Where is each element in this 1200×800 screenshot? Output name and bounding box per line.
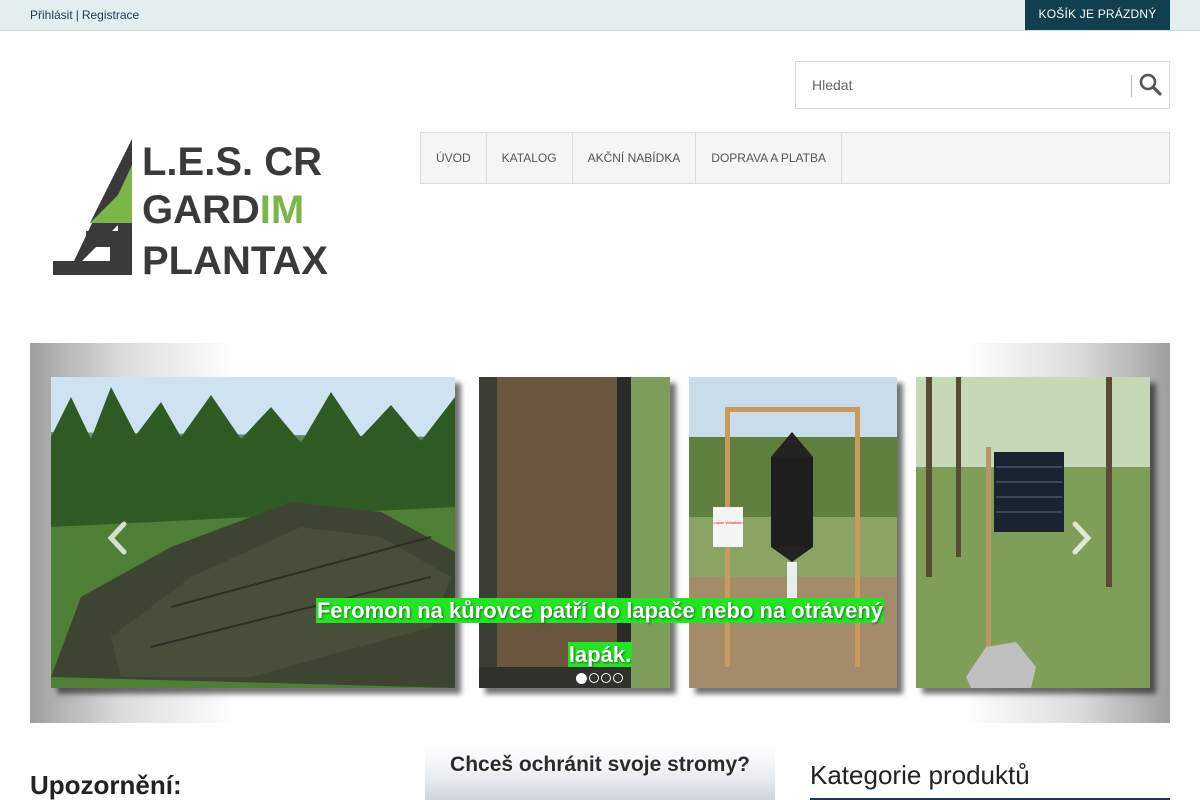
slider-dot-4[interactable] [613, 673, 623, 683]
slider-dot-3[interactable] [601, 673, 611, 683]
logo-graphic: L.E.S. CR GARDIM PLANTAX [53, 139, 328, 283]
main-nav: ÚVOD KATALOG AKČNÍ NABÍDKA DOPRAVA A PLA… [420, 132, 1170, 184]
slider-dot-2[interactable] [589, 673, 599, 683]
nav-item-doprava-a-platba[interactable]: DOPRAVA A PLATBA [696, 133, 842, 183]
logo-line-2a: GARD [142, 188, 260, 232]
login-link[interactable]: Přihlásit [30, 8, 73, 22]
nav-item-uvod[interactable]: ÚVOD [421, 133, 487, 183]
site-logo[interactable]: L.E.S. CR GARDIM PLANTAX [50, 135, 350, 283]
logo-line-3: PLANTAX [142, 239, 328, 280]
search-divider [1131, 75, 1132, 97]
cart-button[interactable]: KOŠÍK JE PRÁZDNÝ [1025, 0, 1170, 30]
chevron-right-icon [1072, 521, 1092, 555]
svg-text:GARDIM: GARDIM [142, 188, 304, 232]
notice-heading: Upozornění: [30, 770, 182, 800]
auth-links: Přihlásit | Registrace [30, 8, 139, 22]
promo-banner-text: Chceš ochránit svoje stromy? [450, 753, 750, 776]
slider-next-button[interactable] [1069, 521, 1093, 555]
top-bar: Přihlásit | Registrace KOŠÍK JE PRÁZDNÝ [0, 0, 1200, 31]
slider-dot-1[interactable] [576, 673, 587, 684]
trap-sign-label: Lapač Wiltaflash [713, 520, 742, 525]
search-box [795, 61, 1170, 109]
logo-line-2b: IM [260, 188, 304, 232]
nav-item-katalog[interactable]: KATALOG [487, 133, 573, 183]
categories-heading: Kategorie produktů [810, 760, 1030, 790]
search-icon [1139, 73, 1162, 96]
slider-prev-button[interactable] [106, 521, 130, 555]
slide-caption: Feromon na kůrovce patří do lapače nebo … [290, 589, 910, 677]
slide-photo-box-trap [916, 377, 1150, 688]
search-button[interactable] [1138, 72, 1164, 98]
hero-slider: Lapač Wiltaflash Feromon na kůrovce patř… [30, 343, 1170, 723]
promo-banner[interactable]: Chceš ochránit svoje stromy? [425, 745, 775, 800]
auth-separator: | [75, 8, 79, 22]
slider-pagination [576, 673, 623, 684]
register-link[interactable]: Registrace [82, 8, 139, 22]
slide-caption-text: Feromon na kůrovce patří do lapače nebo … [315, 598, 885, 667]
chevron-left-icon [107, 521, 127, 555]
nav-item-akcni-nabidka[interactable]: AKČNÍ NABÍDKA [573, 133, 697, 183]
search-input[interactable] [796, 62, 1126, 108]
logo-line-1: L.E.S. CR [142, 140, 322, 184]
